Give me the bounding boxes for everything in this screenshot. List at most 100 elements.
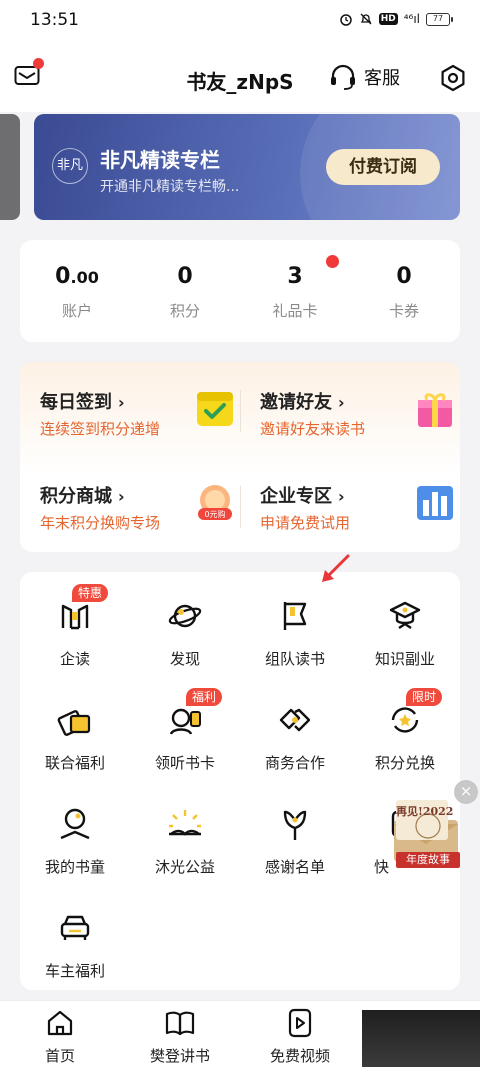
grid-item-discover[interactable]: 发现 [130,582,240,672]
sunrise-book-icon [169,810,201,836]
promo-badge: 福利 [186,688,223,706]
home-icon [47,1010,73,1036]
grid-label: 积分兑换 [374,754,435,772]
profile-header: 书友_zNpS 客服 [0,42,480,112]
grid-item-public-welfare[interactable]: 沐光公益 [130,790,240,880]
grid-label: 沐光公益 [154,858,215,876]
planet-icon [168,604,202,628]
stats-card: 0.00 账户 0 积分 3 礼品卡 0 卡券 [20,240,460,342]
stat-value: 0 [177,264,193,289]
grid-label: 组队读书 [264,650,325,668]
grid-label: 知识副业 [374,650,435,668]
previous-card-stub[interactable] [0,114,20,220]
status-bar: 13:51 HD ⁴⁶ıl 77 [0,0,480,42]
activity-card: 每日签到 › 连续签到积分递增 邀请好友 › 邀请好友来读书 积分商城 › 年末积分换… [20,362,460,552]
promo-badge: 特惠 [72,584,109,602]
grid-item-points-exchange[interactable]: 积分兑换 限时 [350,686,460,776]
status-time: 13:51 [30,10,79,30]
vip-subtitle: 开通非凡精读专栏畅... [100,179,240,195]
nav-home[interactable]: 首页 [10,1007,110,1066]
stat-value: 3 [287,264,303,289]
graduate-cap-icon [389,601,421,629]
settings-icon[interactable] [439,64,467,92]
enterprise-zone-entry[interactable]: 企业专区 › 申请免费试用 [260,482,460,552]
zero-yuan-coin-icon: 0元购 [198,485,232,520]
nav-label: 樊登讲书 [149,1047,210,1065]
close-icon[interactable]: × [454,780,478,804]
entry-title: 企业专区 [260,486,332,507]
grid-item-knowledge-side-job[interactable]: 知识副业 [350,582,460,672]
headset-icon [331,64,355,90]
entry-subtitle: 年末积分换购专场 [40,514,161,532]
grid-label: 车主福利 [44,962,105,980]
nav-label: 免费视频 [269,1047,330,1065]
stat-account[interactable]: 0.00 账户 [27,264,127,321]
battery-icon: 77 [426,12,453,26]
gift-card-notification-dot [326,255,339,268]
cards-icon [57,710,91,736]
username[interactable]: 书友_zNpS [160,66,320,95]
points-exchange-icon [391,707,419,733]
calendar-check-icon [197,392,233,426]
points-mall-entry[interactable]: 积分商城 › 年末积分换购专场 0元购 [40,482,240,552]
vip-logo: 非凡 [52,148,88,184]
promo-year-text: 再见!2022 [396,805,454,818]
customer-service-label: 客服 [364,68,400,89]
divider [240,486,241,528]
team-flag-icon [283,602,307,630]
entry-title: 每日签到 [40,392,112,413]
book-open-icon [165,1011,195,1036]
nav-label: 首页 [44,1047,75,1065]
grid-item-joint-benefits[interactable]: 联合福利 [20,686,130,776]
nav-free-video[interactable]: 免费视频 [250,1007,350,1066]
status-icons: HD ⁴⁶ıl 77 [339,12,453,26]
stat-label: 积分 [169,302,200,320]
grid-item-listen-card[interactable]: 领听书卡 福利 [130,686,240,776]
stat-value: 0 [55,264,71,289]
customer-service-button[interactable]: 客服 [328,62,400,92]
grid-label: 感谢名单 [264,858,325,876]
grid-item-business-cooperation[interactable]: 商务合作 [240,686,350,776]
flower-icon [283,810,307,840]
subscribe-button[interactable]: 付费订阅 [326,149,440,185]
mail-unread-dot [33,58,44,69]
stat-coupons[interactable]: 0 卡券 [354,264,454,321]
book-companion-icon [60,808,90,840]
grid-label: 联合福利 [44,754,105,772]
entry-subtitle: 申请免费试用 [260,514,351,532]
stat-gift-cards[interactable]: 3 礼品卡 [245,264,345,321]
grid-item-car-owner-benefits[interactable]: 车主福利 [20,894,130,984]
svg-text:0元购: 0元购 [204,509,225,519]
signal-icon: ⁴⁶ıl [403,12,420,26]
grid-item-team-reading[interactable]: 组队读书 [240,582,350,672]
entry-subtitle: 邀请好友来读书 [260,420,366,438]
hd-icon: HD [378,13,398,25]
daily-checkin-entry[interactable]: 每日签到 › 连续签到积分递增 [40,388,240,458]
nav-book-talks[interactable]: 樊登讲书 [130,1007,230,1066]
gift-box-icon [418,393,452,427]
grid-label: 领听书卡 [154,754,215,772]
stat-label: 卡券 [388,302,419,320]
grid-item-enterprise-read[interactable]: 企读 特惠 [20,582,130,672]
grid-item-my-book-companion[interactable]: 我的书童 [20,790,130,880]
invite-friends-entry[interactable]: 邀请好友 › 邀请好友来读书 [260,388,460,458]
grid-label: 我的书童 [44,858,105,876]
feature-grid: 企读 特惠 发现 组队读书 知识副业 联合福利 领听书卡 福利 商务合作 积分兑… [20,572,460,990]
promo-ribbon: 年度故事 [396,852,460,868]
chevron-right-icon: › [338,393,345,412]
grid-label: 发现 [169,650,200,668]
mute-bell-icon [360,13,372,25]
vip-column-card[interactable]: 非凡 非凡精读专栏 开通非凡精读专栏畅... 付费订阅 [34,114,460,220]
grid-item-thanks-list[interactable]: 感谢名单 [240,790,350,880]
nav-overlay-dark [362,1010,480,1067]
handshake-icon [279,708,311,732]
grid-label: 商务合作 [264,754,325,772]
grid-label: 企读 [59,650,90,668]
enterprise-building-icon [417,486,453,520]
stat-label: 账户 [61,302,92,320]
annotation-arrow-icon [322,554,350,582]
listen-card-icon [169,708,201,735]
stat-points[interactable]: 0 积分 [135,264,235,321]
entry-subtitle: 连续签到积分递增 [40,420,161,438]
chevron-right-icon: › [118,487,125,506]
